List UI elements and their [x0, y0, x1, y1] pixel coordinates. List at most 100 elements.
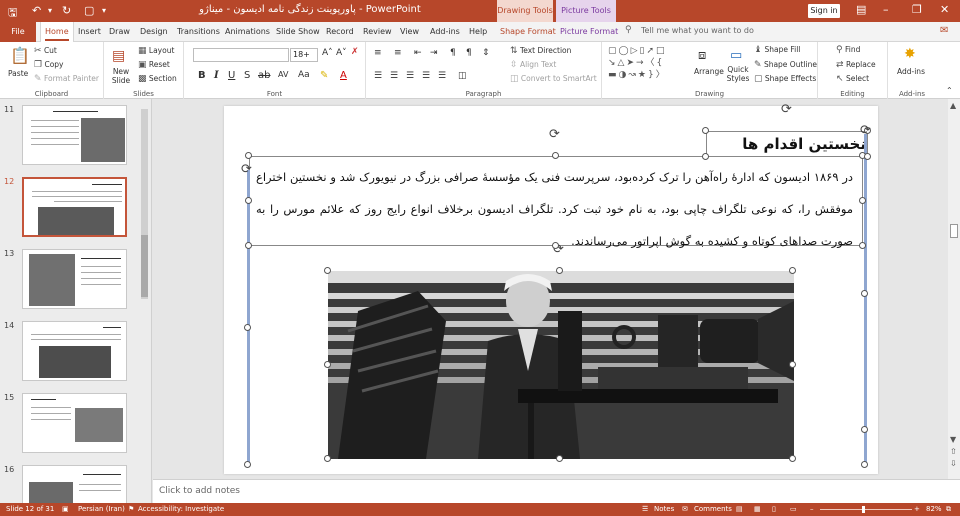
bullets-icon[interactable]: ≡ — [374, 48, 382, 58]
addins-button[interactable]: Add-ins — [897, 67, 925, 76]
italic-icon[interactable]: I — [214, 70, 219, 81]
tab-add-ins[interactable]: Add-ins — [430, 22, 460, 42]
ribbon-display-icon[interactable]: ▤ — [856, 3, 866, 16]
redo-icon[interactable]: ↻ — [62, 4, 71, 17]
tell-me-search[interactable]: Tell me what you want to do — [641, 26, 754, 35]
resize-handle[interactable] — [859, 197, 866, 204]
resize-handle[interactable] — [789, 455, 796, 462]
tab-slide-show[interactable]: Slide Show — [276, 22, 320, 42]
present-icon[interactable]: ▢ — [84, 4, 94, 17]
tab-review[interactable]: Review — [363, 22, 392, 42]
comments-toggle[interactable]: Comments — [694, 505, 732, 513]
reading-view-icon[interactable]: ▯ — [772, 505, 776, 513]
new-slide-icon[interactable]: ▤ — [112, 48, 125, 64]
shape-outline-button[interactable]: ✎ Shape Outline — [754, 60, 817, 70]
comments-icon[interactable]: ✉ — [940, 25, 948, 36]
slide-thumbnail-14[interactable] — [22, 321, 127, 381]
resize-handle[interactable] — [789, 361, 796, 368]
fit-to-window-icon[interactable]: ⧉ — [946, 505, 951, 514]
slide-thumbnail-12[interactable] — [22, 177, 127, 237]
underline-icon[interactable]: U — [228, 70, 235, 81]
slide-title[interactable]: نخستین اقدام ها — [742, 135, 866, 153]
bold-icon[interactable]: B — [198, 70, 206, 81]
tab-transitions[interactable]: Transitions — [177, 22, 220, 42]
new-slide-button[interactable]: New Slide — [108, 67, 134, 85]
resize-handle[interactable] — [702, 153, 709, 160]
decrease-indent-icon[interactable]: ⇤ — [414, 48, 422, 58]
accessibility-status[interactable]: Accessibility: Investigate — [138, 505, 224, 513]
arrange-icon[interactable]: ⧈ — [698, 48, 706, 63]
rotate-handle-icon[interactable]: ⟳ — [781, 103, 792, 116]
shape-effects-button[interactable]: ▢ Shape Effects — [754, 74, 816, 84]
align-right-icon[interactable]: ☰ — [406, 71, 414, 81]
tab-draw[interactable]: Draw — [109, 22, 130, 42]
resize-handle[interactable] — [864, 153, 871, 160]
collapse-ribbon-icon[interactable]: ⌃ — [946, 86, 953, 95]
tab-record[interactable]: Record — [326, 22, 354, 42]
slide-sorter-icon[interactable]: ▦ — [754, 505, 761, 513]
resize-handle[interactable] — [324, 455, 331, 462]
resize-handle[interactable] — [556, 455, 563, 462]
slide-counter[interactable]: Slide 12 of 31 — [6, 505, 54, 513]
close-icon[interactable]: ✕ — [940, 3, 949, 16]
shrink-font-icon[interactable]: A˅ — [336, 48, 347, 58]
tab-animations[interactable]: Animations — [225, 22, 270, 42]
font-color-icon[interactable]: A — [340, 70, 347, 81]
resize-handle[interactable] — [245, 197, 252, 204]
char-spacing-icon[interactable]: AV — [278, 70, 288, 79]
numbering-icon[interactable]: ≡ — [394, 48, 402, 58]
save-icon[interactable]: 🖫 — [8, 4, 17, 23]
sign-in-button[interactable]: Sign in — [808, 4, 840, 18]
spelling-icon[interactable]: ▣ — [62, 505, 69, 513]
next-slide-icon[interactable]: ⇩ — [950, 459, 957, 468]
resize-handle[interactable] — [552, 242, 559, 249]
resize-handle[interactable] — [552, 152, 559, 159]
tab-insert[interactable]: Insert — [78, 22, 101, 42]
tab-shape-format[interactable]: Shape Format — [500, 22, 556, 42]
undo-icon[interactable]: ↶ — [32, 4, 41, 17]
format-painter-button[interactable]: ✎ Format Painter — [34, 74, 99, 84]
resize-handle[interactable] — [324, 267, 331, 274]
resize-handle[interactable] — [861, 426, 868, 433]
tab-design[interactable]: Design — [140, 22, 168, 42]
find-button[interactable]: ⚲ Find — [836, 45, 860, 55]
arrange-button[interactable]: Arrange — [694, 67, 724, 76]
resize-handle[interactable] — [859, 242, 866, 249]
resize-handle[interactable] — [789, 267, 796, 274]
shadow-icon[interactable]: S — [244, 70, 250, 81]
replace-button[interactable]: ⇄ Replace — [836, 60, 876, 70]
font-name-combo[interactable] — [193, 48, 289, 62]
slide-thumbnail-16[interactable] — [22, 465, 127, 503]
rtl-icon[interactable]: ¶ — [466, 48, 472, 58]
select-button[interactable]: ↖ Select — [836, 74, 869, 84]
scroll-thumb[interactable] — [950, 224, 958, 238]
tab-home[interactable]: Home — [40, 22, 74, 42]
zoom-slider[interactable] — [820, 509, 912, 510]
rotate-handle-icon[interactable]: ⟳ — [860, 124, 871, 137]
slide-thumbnail-11[interactable] — [22, 105, 127, 165]
tab-file[interactable]: File — [0, 22, 36, 42]
notes-toggle[interactable]: Notes — [654, 505, 674, 513]
zoom-in-icon[interactable]: + — [914, 505, 920, 513]
resize-handle[interactable] — [244, 324, 251, 331]
notes-pane[interactable]: Click to add notes — [153, 479, 960, 503]
paste-icon[interactable]: 📋 — [10, 46, 30, 65]
zoom-out-icon[interactable]: – — [810, 505, 814, 513]
convert-smartart-button[interactable]: ◫ Convert to SmartArt — [510, 74, 597, 84]
language-indicator[interactable]: Persian (Iran) — [78, 505, 125, 513]
resize-handle[interactable] — [861, 461, 868, 468]
paste-button[interactable]: Paste — [8, 69, 28, 78]
undo-dropdown-icon[interactable]: ▾ — [48, 6, 52, 15]
resize-handle[interactable] — [324, 361, 331, 368]
maximize-icon[interactable]: ❐ — [912, 3, 922, 16]
slideshow-view-icon[interactable]: ▭ — [790, 505, 797, 513]
align-text-button[interactable]: ⇳ Align Text — [510, 60, 556, 70]
customize-toolbar-icon[interactable]: ▾ — [102, 6, 106, 15]
resize-handle[interactable] — [702, 127, 709, 134]
quick-styles-button[interactable]: Quick Styles — [726, 65, 750, 83]
change-case-icon[interactable]: Aa — [298, 70, 310, 80]
scroll-up-icon[interactable]: ▲ — [950, 101, 956, 110]
tab-help[interactable]: Help — [469, 22, 487, 42]
previous-slide-icon[interactable]: ⇧ — [950, 447, 957, 456]
layout-button[interactable]: ▦ Layout — [138, 46, 174, 56]
